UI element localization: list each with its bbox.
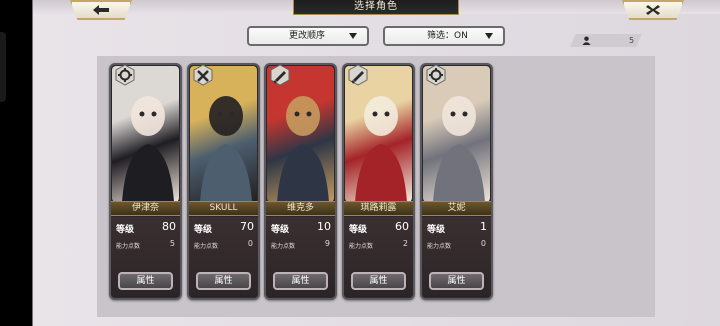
sword-icon [348,65,368,86]
ability-points-label: 能力点数 [427,243,452,250]
level-value: 10 [317,220,331,233]
character-card[interactable]: 维克多 等级 10 能力点数 9 属性 [264,63,337,300]
character-portrait [190,66,257,202]
side-handle [0,32,6,102]
user-icon [582,36,591,45]
chevron-down-icon [349,33,357,39]
level-value: 1 [480,220,487,233]
character-name: 艾妮 [422,201,491,216]
ability-points-value: 9 [324,239,330,248]
character-stats: 等级 80 能力点数 5 属性 [111,217,180,297]
level-value: 80 [162,220,176,233]
level-label: 等级 [194,225,213,235]
character-name: 琪路莉露 [344,201,413,216]
character-silhouette [277,83,329,202]
ability-points-value: 2 [402,239,408,248]
ability-points-label: 能力点数 [194,243,219,250]
character-silhouette [122,83,174,202]
roster-count-badge: 5 [570,34,642,47]
close-x-icon [646,5,660,15]
character-silhouette [200,83,252,202]
filter-dropdown[interactable]: 筛选：ON [383,26,505,46]
level-label: 等级 [427,225,446,235]
character-portrait [423,66,490,202]
character-stats: 等级 60 能力点数 2 属性 [344,217,413,297]
filter-label: 筛选：ON [427,31,468,41]
character-silhouette [433,83,485,202]
roster-count: 5 [629,36,635,45]
ability-points-value: 5 [169,239,175,248]
character-silhouette [355,83,407,202]
gear-bell-icon [115,65,135,86]
character-card[interactable]: 琪路莉露 等级 60 能力点数 2 属性 [342,63,415,300]
sort-label: 更改顺序 [289,31,326,41]
character-stats: 等级 10 能力点数 9 属性 [266,217,335,297]
sort-dropdown[interactable]: 更改顺序 [247,26,369,46]
character-name: 维克多 [266,201,335,216]
attributes-button[interactable]: 属性 [196,272,251,290]
character-portrait [345,66,412,202]
back-arrow-icon [93,5,109,15]
level-label: 等级 [271,225,290,235]
attributes-button[interactable]: 属性 [429,272,484,290]
level-value: 70 [240,220,254,233]
back-button[interactable] [70,0,132,20]
character-card[interactable]: 伊津奈 等级 80 能力点数 5 属性 [109,63,182,300]
character-name: SKULL [189,201,258,216]
ability-points-label: 能力点数 [271,243,296,250]
level-value: 60 [395,220,409,233]
attributes-button[interactable]: 属性 [273,272,328,290]
ability-points-label: 能力点数 [349,243,374,250]
cross-tools-icon [193,65,213,86]
character-name: 伊津奈 [111,201,180,216]
character-card[interactable]: SKULL 等级 70 能力点数 0 属性 [187,63,260,300]
character-stats: 等级 70 能力点数 0 属性 [189,217,258,297]
game-screen: 选择角色 更改顺序 筛选：ON 5 伊津奈 等级 80 能力点数 5 属性 SK… [0,0,720,326]
chevron-down-icon [485,33,493,39]
attributes-button[interactable]: 属性 [351,272,406,290]
ability-points-value: 0 [480,239,486,248]
attributes-button[interactable]: 属性 [118,272,173,290]
sword-icon [270,65,290,86]
level-label: 等级 [349,225,368,235]
character-stats: 等级 1 能力点数 0 属性 [422,217,491,297]
page-title: 选择角色 [293,0,459,15]
character-portrait [267,66,334,202]
level-label: 等级 [116,225,135,235]
ability-points-label: 能力点数 [116,243,141,250]
character-card[interactable]: 艾妮 等级 1 能力点数 0 属性 [420,63,493,300]
character-portrait [112,66,179,202]
ability-points-value: 0 [247,239,253,248]
close-button[interactable] [622,0,684,20]
gear-bell-icon [426,65,446,86]
